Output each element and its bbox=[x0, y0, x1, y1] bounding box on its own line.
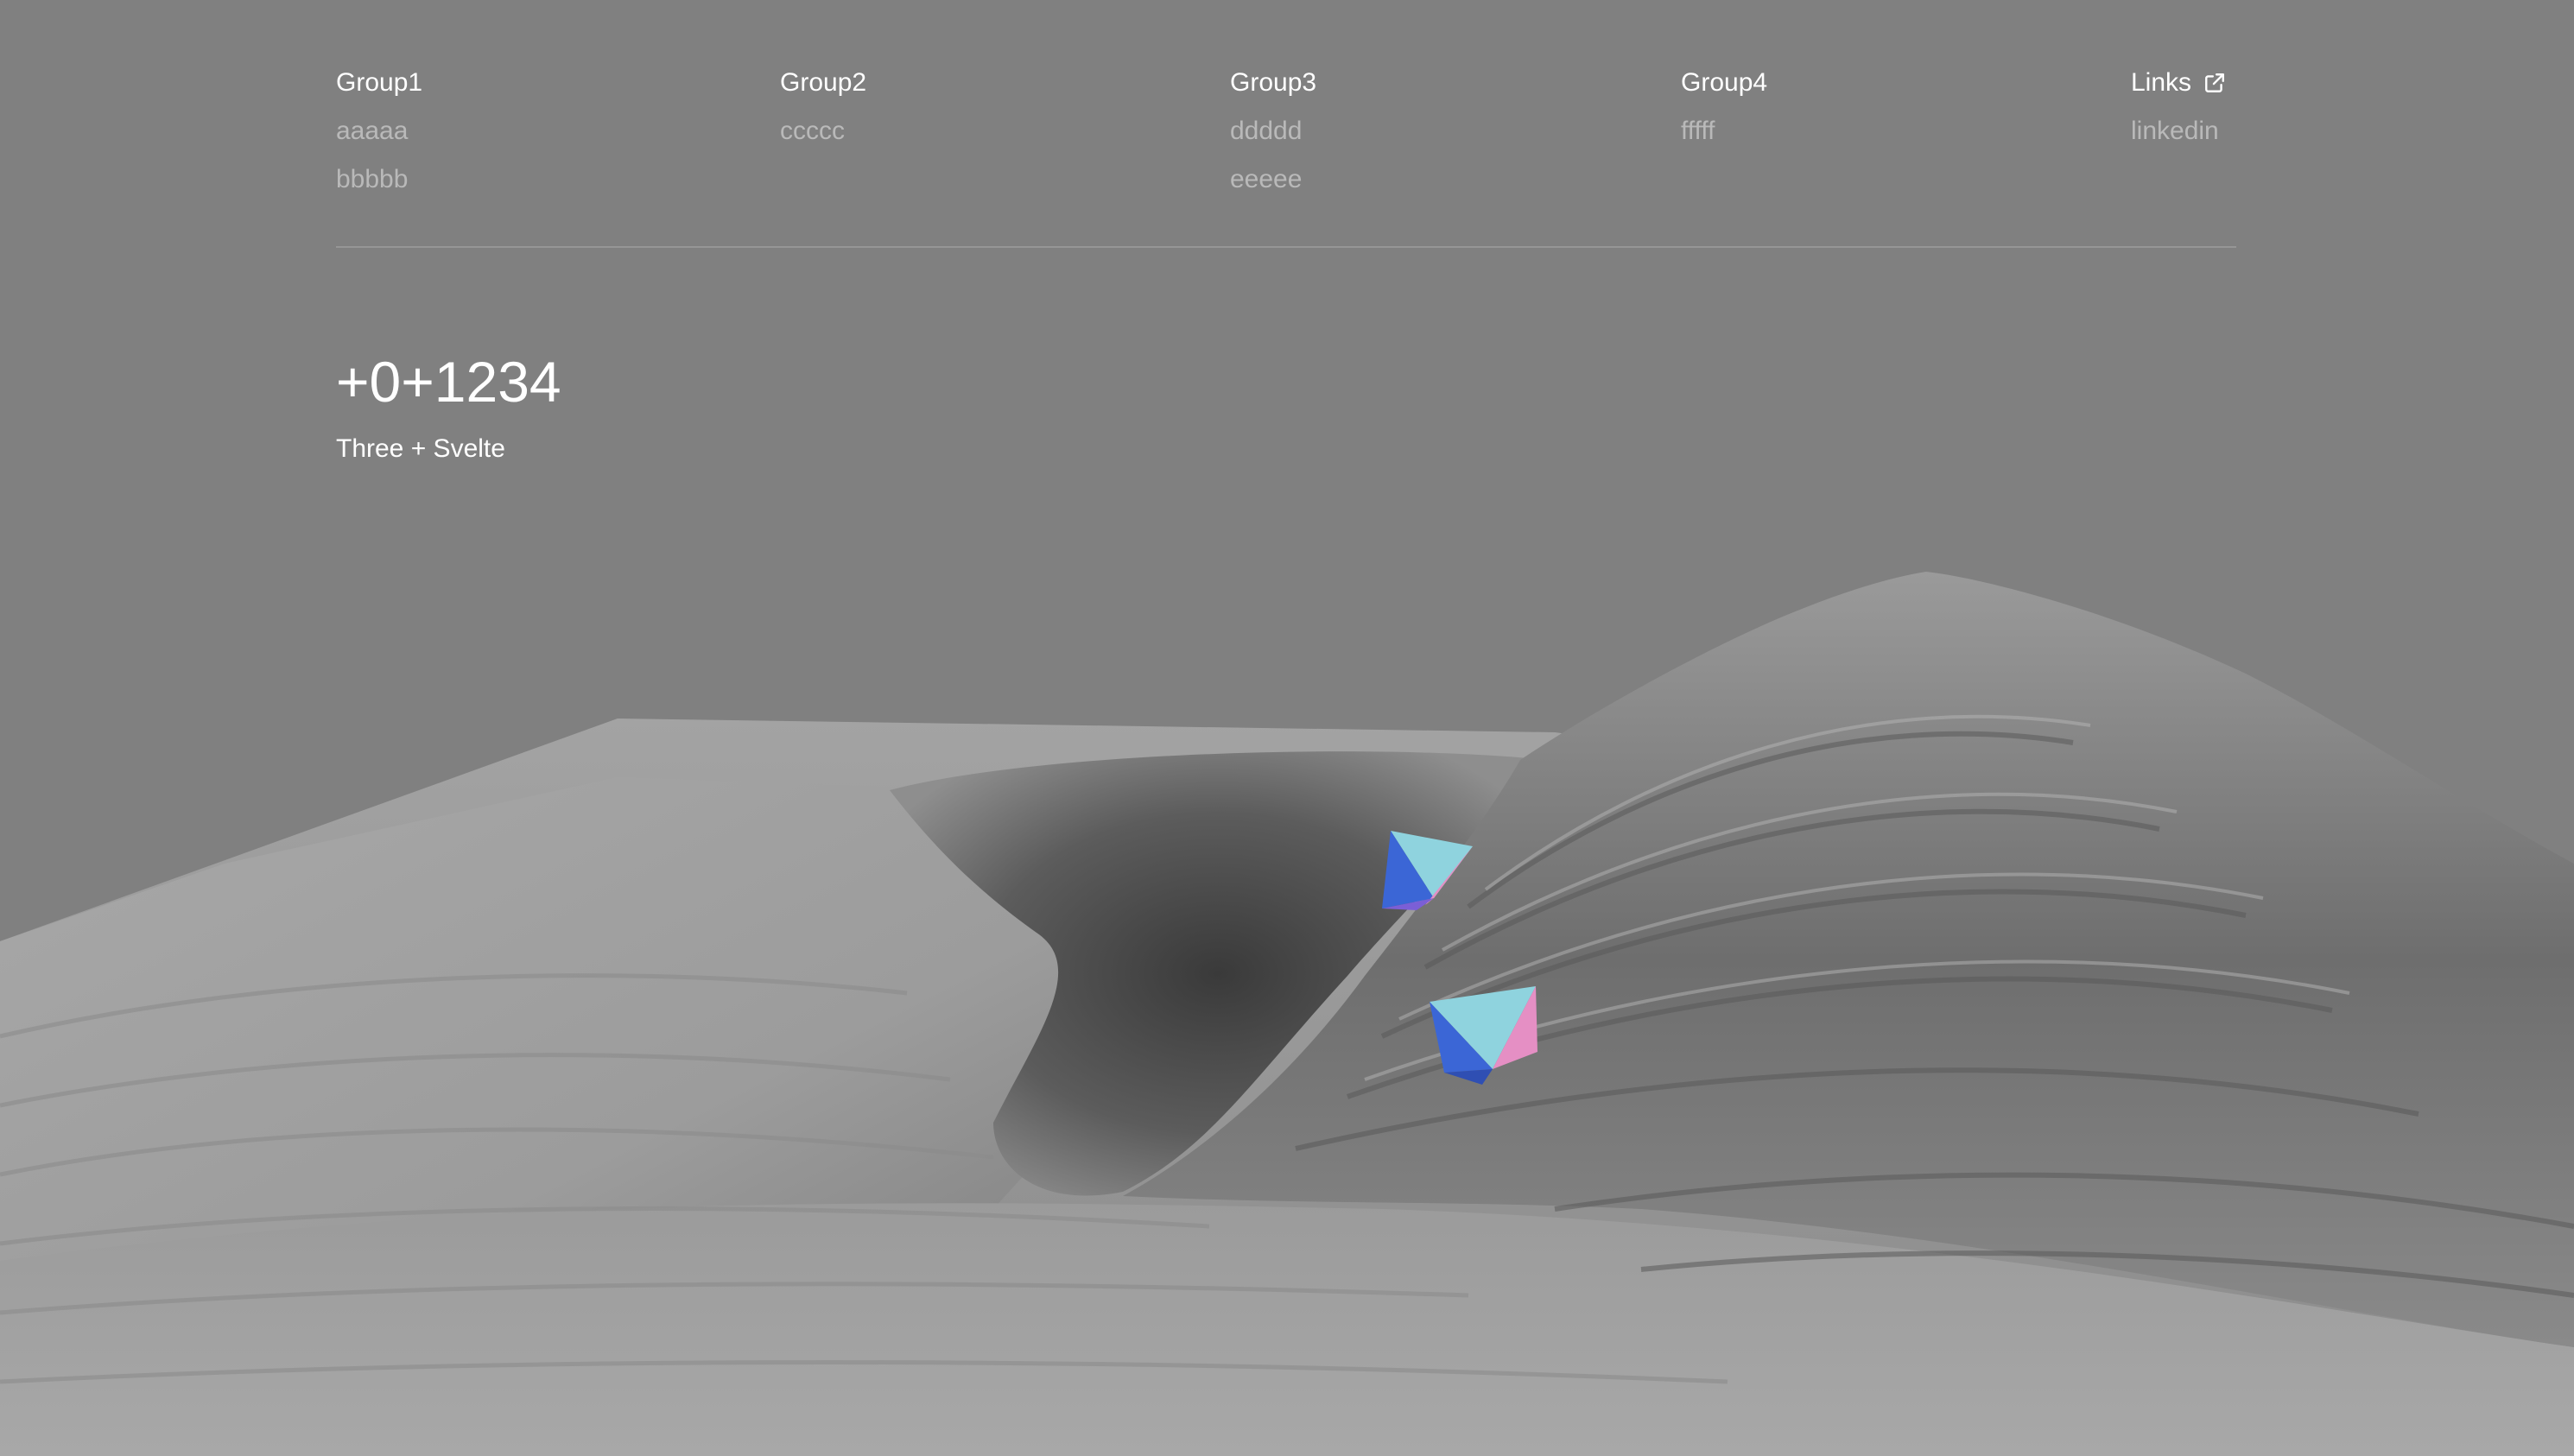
nav-group-1: Group1 aaaaa bbbbb bbox=[336, 66, 422, 197]
hero-subtitle: Three + Svelte bbox=[336, 434, 505, 463]
nav-link[interactable]: ddddd bbox=[1230, 114, 1316, 149]
page: Group1 aaaaa bbbbb Group2 ccccc Group3 d… bbox=[0, 0, 2574, 1456]
nav-group-links: Links linkedin bbox=[2131, 66, 2226, 149]
nav-link[interactable]: bbbbb bbox=[336, 162, 422, 197]
nav-group-2: Group2 ccccc bbox=[780, 66, 866, 149]
nav-heading: Group1 bbox=[336, 68, 423, 97]
nav-heading-label: Links bbox=[2131, 68, 2192, 97]
nav-group-3: Group3 ddddd eeeee bbox=[1230, 66, 1316, 197]
nav-heading-links: Links bbox=[2131, 66, 2226, 100]
nav-link[interactable]: eeeee bbox=[1230, 162, 1316, 197]
external-link-icon bbox=[2205, 73, 2224, 92]
nav-link[interactable]: ccccc bbox=[780, 114, 866, 149]
hero-number: +0+1234 bbox=[336, 350, 561, 414]
nav-heading: Group4 bbox=[1681, 68, 1768, 97]
nav-link[interactable]: aaaaa bbox=[336, 114, 422, 149]
divider bbox=[336, 246, 2236, 248]
footer-nav: Group1 aaaaa bbbbb Group2 ccccc Group3 d… bbox=[336, 66, 2236, 249]
nav-group-4: Group4 fffff bbox=[1681, 66, 1767, 149]
nav-link[interactable]: fffff bbox=[1681, 114, 1767, 149]
linkedin-link[interactable]: linkedin bbox=[2131, 114, 2226, 149]
nav-heading: Group3 bbox=[1230, 68, 1317, 97]
nav-heading: Group2 bbox=[780, 68, 867, 97]
